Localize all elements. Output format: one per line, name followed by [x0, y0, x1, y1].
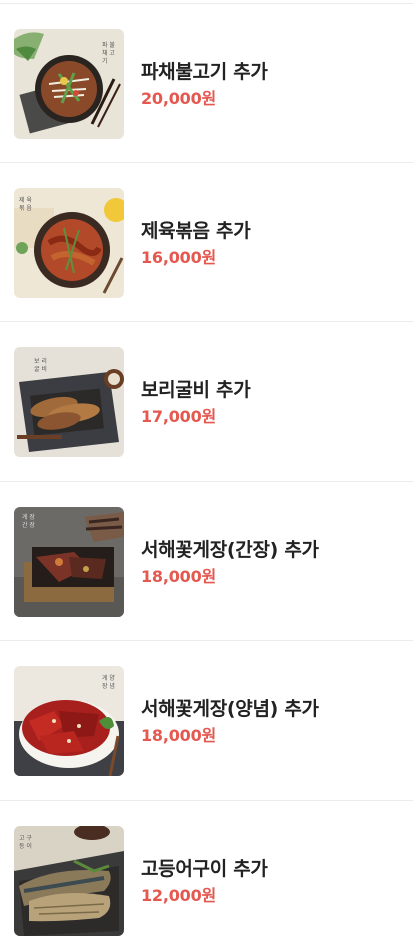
- menu-item-name: 서해꽃게장(간장) 추가: [141, 539, 319, 561]
- svg-text:등 이: 등 이: [19, 842, 32, 850]
- menu-item-info: 고등어구이 추가 12,000원: [141, 857, 268, 906]
- menu-list: 파 불 채 고 기 파채불고기 추가 20,000원 제 육 볶 음 제육볶음 …: [0, 3, 413, 949]
- soy-crab-dish-image: 게 장 간 장: [14, 507, 124, 617]
- menu-item-spicy-crab[interactable]: 게 양 장 념 서해꽃게장(양념) 추가 18,000원: [0, 641, 413, 801]
- menu-item-info: 보리굴비 추가 17,000원: [141, 378, 251, 427]
- menu-item-price: 18,000원: [141, 726, 217, 745]
- menu-item-name: 서해꽃게장(양념) 추가: [141, 698, 319, 720]
- svg-text:고 구: 고 구: [19, 835, 32, 842]
- menu-item-mackerel[interactable]: 고 구 등 이 고등어구이 추가 12,000원: [0, 801, 413, 949]
- svg-text:파 불: 파 불: [102, 41, 115, 49]
- svg-text:간 장: 간 장: [22, 521, 35, 529]
- jeyuk-bokkeum-dish-image: 제 육 볶 음: [14, 188, 124, 298]
- menu-item-name: 보리굴비 추가: [141, 379, 251, 401]
- svg-text:기: 기: [102, 57, 108, 65]
- grilled-mackerel-dish-image: 고 구 등 이: [14, 826, 124, 936]
- menu-item-price: 20,000원: [141, 89, 217, 108]
- menu-item-price: 12,000원: [141, 886, 217, 905]
- menu-item-info: 제육볶음 추가 16,000원: [141, 219, 251, 268]
- menu-item-info: 파채불고기 추가 20,000원: [141, 60, 268, 109]
- svg-text:볶 음: 볶 음: [19, 205, 32, 212]
- menu-item-info: 서해꽃게장(양념) 추가 18,000원: [141, 697, 319, 746]
- bulgogi-dish-image: 파 불 채 고 기: [14, 29, 124, 139]
- menu-item-name: 제육볶음 추가: [141, 220, 251, 242]
- menu-item-price: 17,000원: [141, 407, 217, 426]
- menu-item-bulgogi[interactable]: 파 불 채 고 기 파채불고기 추가 20,000원: [0, 4, 413, 163]
- svg-text:제 육: 제 육: [19, 196, 32, 204]
- menu-item-jeyuk[interactable]: 제 육 볶 음 제육볶음 추가 16,000원: [0, 163, 413, 322]
- menu-item-boriguilbi[interactable]: 보 리 굴 비 보리굴비 추가 17,000원: [0, 322, 413, 482]
- menu-item-price: 18,000원: [141, 567, 217, 586]
- boriguilbi-dish-image: 보 리 굴 비: [14, 347, 124, 457]
- spicy-crab-dish-image: 게 양 장 념: [14, 666, 124, 776]
- menu-item-info: 서해꽃게장(간장) 추가 18,000원: [141, 538, 319, 587]
- svg-text:장 념: 장 념: [102, 682, 115, 690]
- svg-text:보 리: 보 리: [34, 357, 47, 365]
- svg-text:게 장: 게 장: [22, 513, 35, 521]
- menu-item-price: 16,000원: [141, 248, 217, 267]
- svg-text:채 고: 채 고: [102, 49, 115, 57]
- menu-item-name: 고등어구이 추가: [141, 858, 268, 880]
- svg-text:굴 비: 굴 비: [34, 365, 47, 373]
- menu-item-soy-crab[interactable]: 게 장 간 장 서해꽃게장(간장) 추가 18,000원: [0, 482, 413, 641]
- svg-text:게 양: 게 양: [102, 674, 115, 682]
- menu-item-name: 파채불고기 추가: [141, 61, 268, 83]
